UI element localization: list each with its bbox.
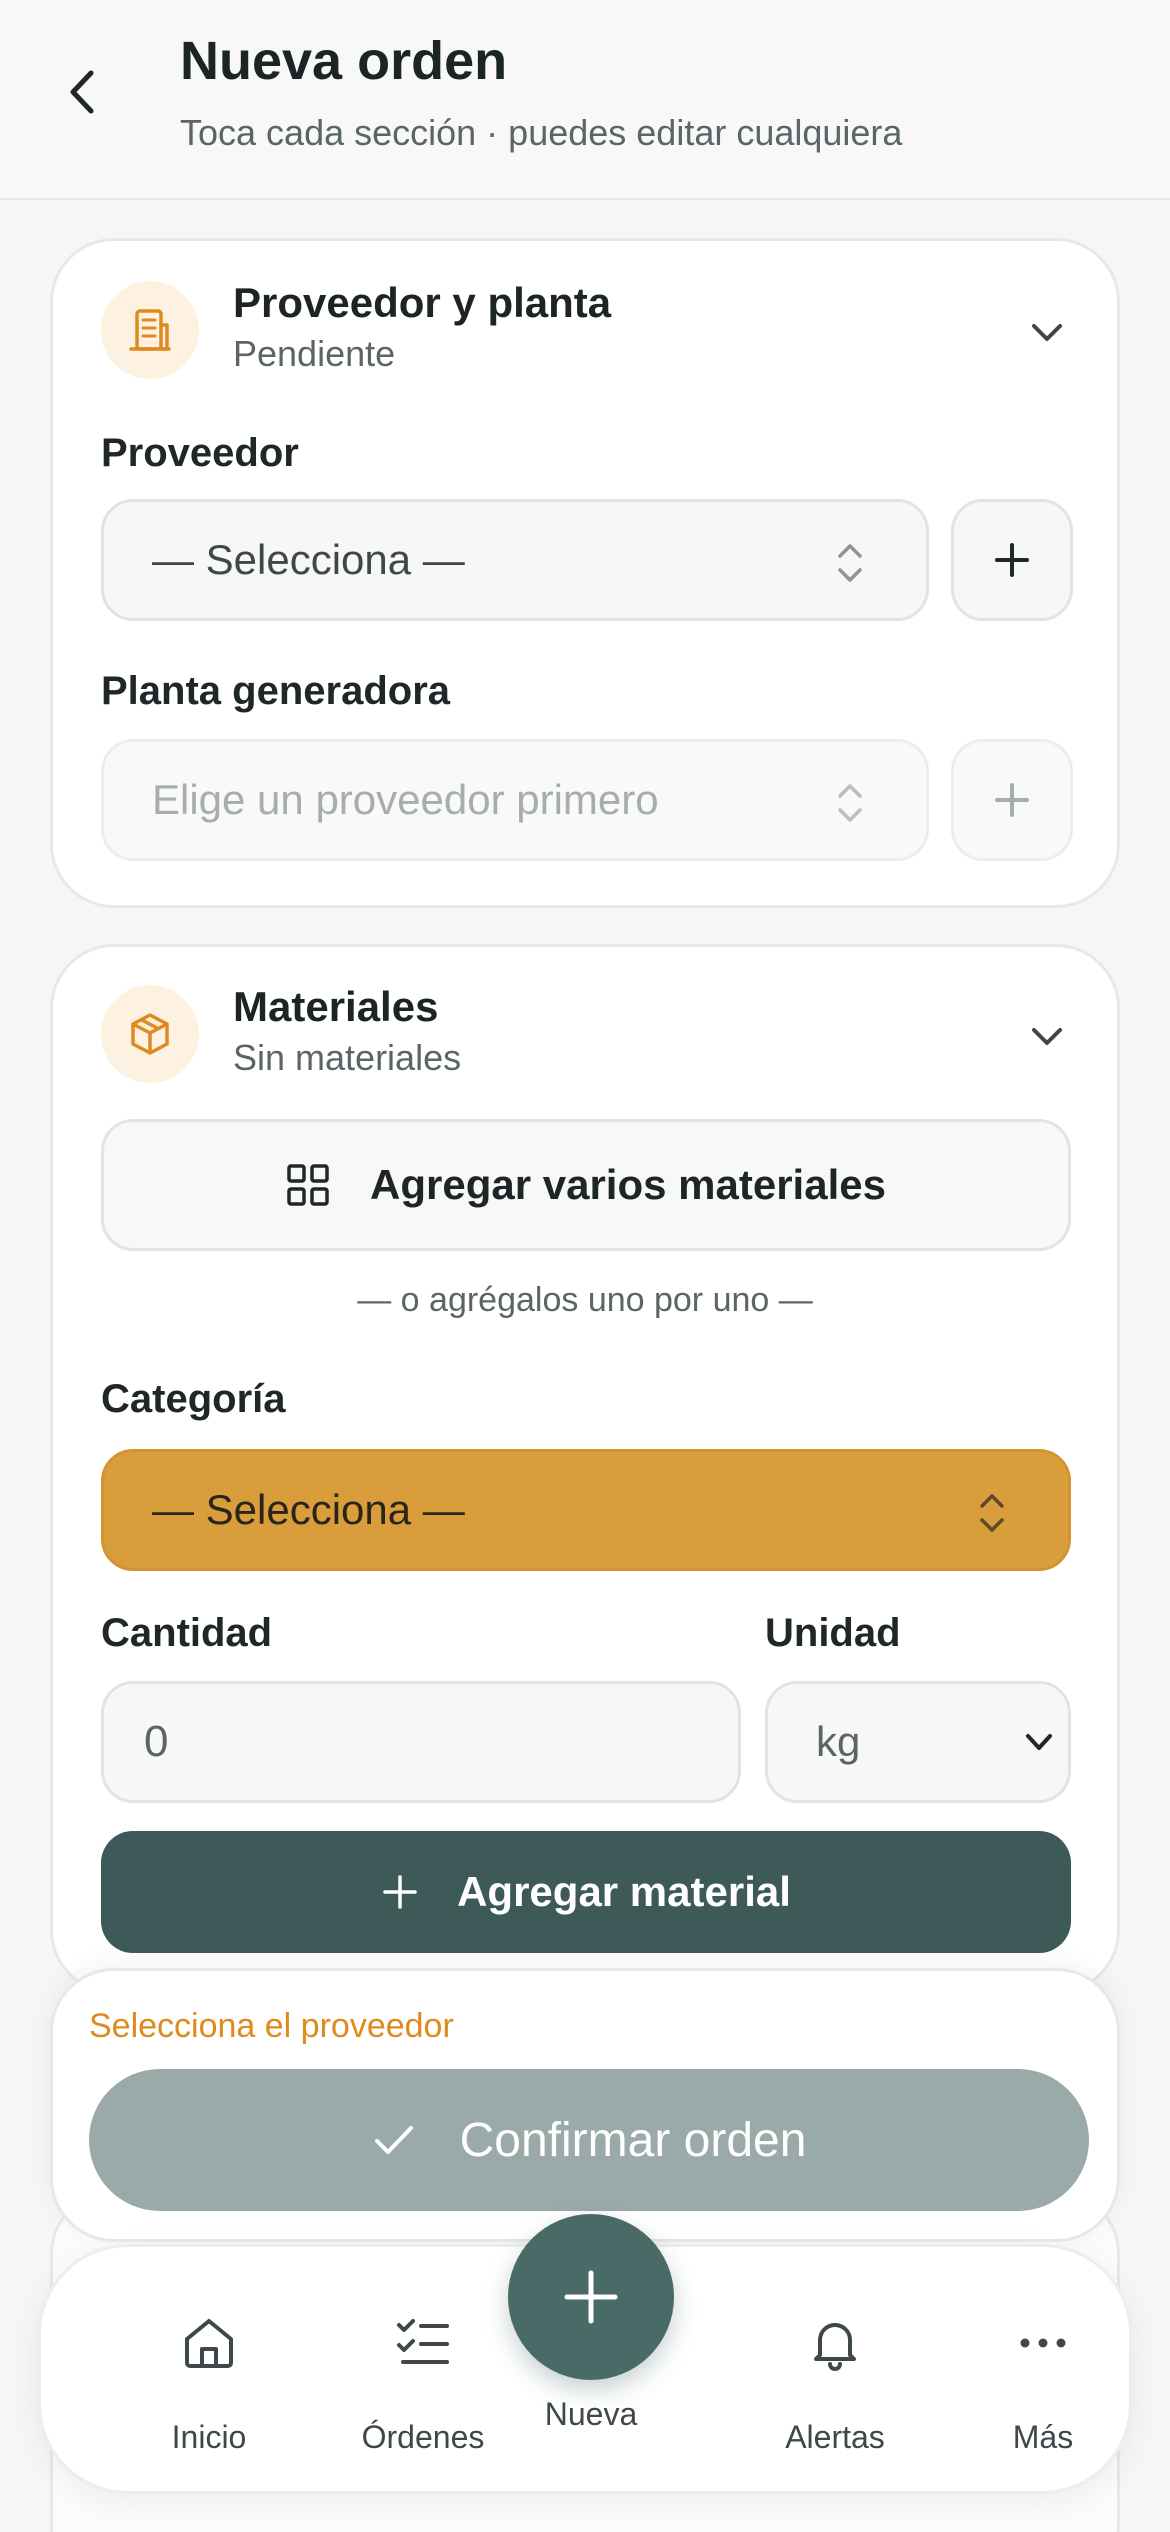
confirm-order-button[interactable]: Confirmar orden	[89, 2069, 1089, 2211]
unit-label: Unidad	[765, 1611, 901, 1655]
materials-section-status: Sin materiales	[233, 1037, 462, 1078]
supplier-section-header[interactable]: Proveedor y planta Pendiente	[101, 279, 1071, 379]
box-icon	[101, 985, 199, 1083]
nav-item-inicio[interactable]: Inicio	[119, 2307, 299, 2456]
nav-label-nueva: Nueva	[544, 2396, 638, 2432]
check-icon	[374, 2126, 413, 2154]
plant-select[interactable]: Elige un proveedor primero	[101, 739, 929, 861]
nav-label-alertas: Alertas	[785, 2419, 885, 2455]
quantity-label: Cantidad	[101, 1611, 273, 1655]
add-supplier-button[interactable]	[951, 499, 1073, 621]
unit-select[interactable]: kg	[765, 1681, 1071, 1803]
page-subtitle: Toca cada sección · puedes editar cualqu…	[180, 112, 903, 153]
plus-icon	[995, 783, 1029, 817]
unit-select-value: kg	[816, 1718, 861, 1765]
updown-arrows-icon	[980, 1494, 1004, 1532]
category-select[interactable]: — Selecciona —	[101, 1449, 1071, 1571]
nav-item-nueva[interactable]	[508, 2214, 674, 2380]
nav-item-mas[interactable]: Más	[953, 2307, 1133, 2456]
add-material-button[interactable]: Agregar material	[101, 1831, 1071, 1953]
back-button[interactable]	[58, 62, 106, 122]
or-divider-text: — o agrégalos uno por uno —	[357, 1281, 813, 1319]
checklist-icon	[387, 2307, 459, 2379]
supplier-label: Proveedor	[101, 431, 299, 475]
quantity-input[interactable]: 0	[101, 1681, 741, 1803]
plus-icon	[383, 1875, 417, 1909]
materials-section-title: Materiales	[233, 983, 439, 1030]
category-select-value: — Selecciona —	[152, 1486, 465, 1533]
quantity-input-value: 0	[144, 1717, 169, 1766]
nav-label-mas: Más	[1012, 2419, 1074, 2455]
materials-section-header[interactable]: Materiales Sin materiales	[101, 983, 1071, 1083]
nav-label-inicio: Inicio	[171, 2419, 247, 2455]
chevron-down-icon[interactable]	[1023, 1013, 1071, 1061]
supplier-section: Proveedor y planta Pendiente Proveedor —…	[50, 238, 1120, 908]
updown-arrows-icon	[838, 784, 862, 822]
add-material-label: Agregar material	[457, 1868, 791, 1915]
home-icon	[173, 2307, 245, 2379]
supplier-select[interactable]: — Selecciona —	[101, 499, 929, 621]
confirm-order-label: Confirmar orden	[459, 2113, 807, 2167]
page-title: Nueva orden	[180, 31, 508, 91]
grid-icon	[287, 1164, 329, 1206]
nav-item-alertas[interactable]: Alertas	[745, 2307, 925, 2456]
materials-section: Materiales Sin materiales Agregar varios…	[50, 944, 1120, 1994]
add-multiple-materials-label: Agregar varios materiales	[370, 1161, 886, 1208]
chevron-down-icon	[1026, 1734, 1052, 1750]
bell-icon	[799, 2307, 871, 2379]
plant-select-placeholder: Elige un proveedor primero	[152, 776, 659, 823]
plus-icon	[564, 2270, 618, 2324]
confirm-panel: Selecciona el proveedor Confirmar orden	[50, 1968, 1120, 2242]
supplier-section-status: Pendiente	[233, 333, 396, 374]
add-plant-button[interactable]	[951, 739, 1073, 861]
building-icon	[101, 281, 199, 379]
chevron-down-icon[interactable]	[1023, 309, 1071, 357]
supplier-select-value: — Selecciona —	[152, 536, 465, 583]
validation-warning: Selecciona el proveedor	[89, 2007, 454, 2045]
plus-icon	[995, 543, 1029, 577]
chevron-left-icon	[70, 70, 94, 114]
updown-arrows-icon	[838, 544, 862, 582]
supplier-section-title: Proveedor y planta	[233, 279, 612, 326]
nav-label-ordenes: Órdenes	[361, 2419, 485, 2455]
nav-item-ordenes[interactable]: Órdenes	[333, 2307, 513, 2456]
add-multiple-materials-button[interactable]: Agregar varios materiales	[101, 1119, 1071, 1251]
plant-label: Planta generadora	[101, 669, 451, 713]
category-label: Categoría	[101, 1377, 286, 1421]
page-header: Nueva orden Toca cada sección · puedes e…	[0, 0, 1170, 200]
more-icon	[1007, 2307, 1079, 2379]
